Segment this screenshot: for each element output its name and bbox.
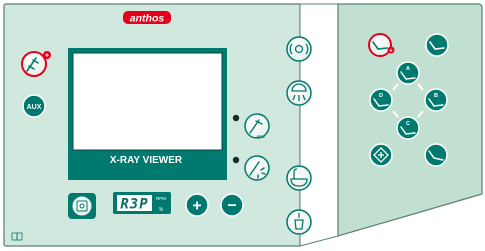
x-ray-viewer-title: X-RAY VIEWER xyxy=(110,155,183,166)
minus-button-label: − xyxy=(227,198,236,215)
speed-display: R3P RPM % xyxy=(113,192,171,214)
x-ray-viewer-screen xyxy=(72,52,223,151)
speed-display-value: R3P xyxy=(120,197,148,213)
plus-button-label: + xyxy=(192,198,201,215)
plus-button[interactable]: + xyxy=(185,193,209,217)
chair-preset-b-button[interactable]: B xyxy=(424,88,448,112)
chair-preset-a-button[interactable]: A xyxy=(396,61,420,85)
aux-button[interactable]: AUX xyxy=(22,94,46,118)
chair-up-plus-icon: + xyxy=(389,48,393,54)
rev-label: REV xyxy=(257,134,266,139)
x-ray-viewer: X-RAY VIEWER xyxy=(68,48,227,180)
chair-preset-b-label: B xyxy=(434,93,438,99)
brand-logo: anthos xyxy=(123,11,171,25)
operating-light-button[interactable] xyxy=(286,80,312,106)
brand-logo-text: anthos xyxy=(130,13,165,25)
spittoon-bowl-button[interactable] xyxy=(286,165,312,191)
chair-down-button[interactable] xyxy=(425,33,449,57)
chair-preset-c-button[interactable]: C xyxy=(396,116,420,140)
chair-last-position-button[interactable] xyxy=(424,143,448,167)
chair-preset-a-label: A xyxy=(406,66,410,72)
plus-indicator-icon: + xyxy=(45,53,49,60)
chair-stop-button[interactable] xyxy=(369,143,393,167)
chair-preset-d-label: D xyxy=(379,93,383,99)
speed-unit-rpm: RPM xyxy=(156,196,166,201)
chair-preset-c-label: C xyxy=(406,121,410,127)
speed-unit-percent: % xyxy=(159,207,164,213)
viewer-light-button[interactable] xyxy=(68,193,96,219)
minus-button[interactable]: − xyxy=(220,193,244,217)
aux-button-label: AUX xyxy=(27,104,42,111)
chair-preset-d-button[interactable]: D xyxy=(369,88,393,112)
cup-filler-button[interactable] xyxy=(286,209,312,235)
control-panel: anthos X-RAY VIEWER R3P RPM % + − + AUX … xyxy=(3,3,483,247)
spittoon-flush-button[interactable] xyxy=(286,36,312,62)
